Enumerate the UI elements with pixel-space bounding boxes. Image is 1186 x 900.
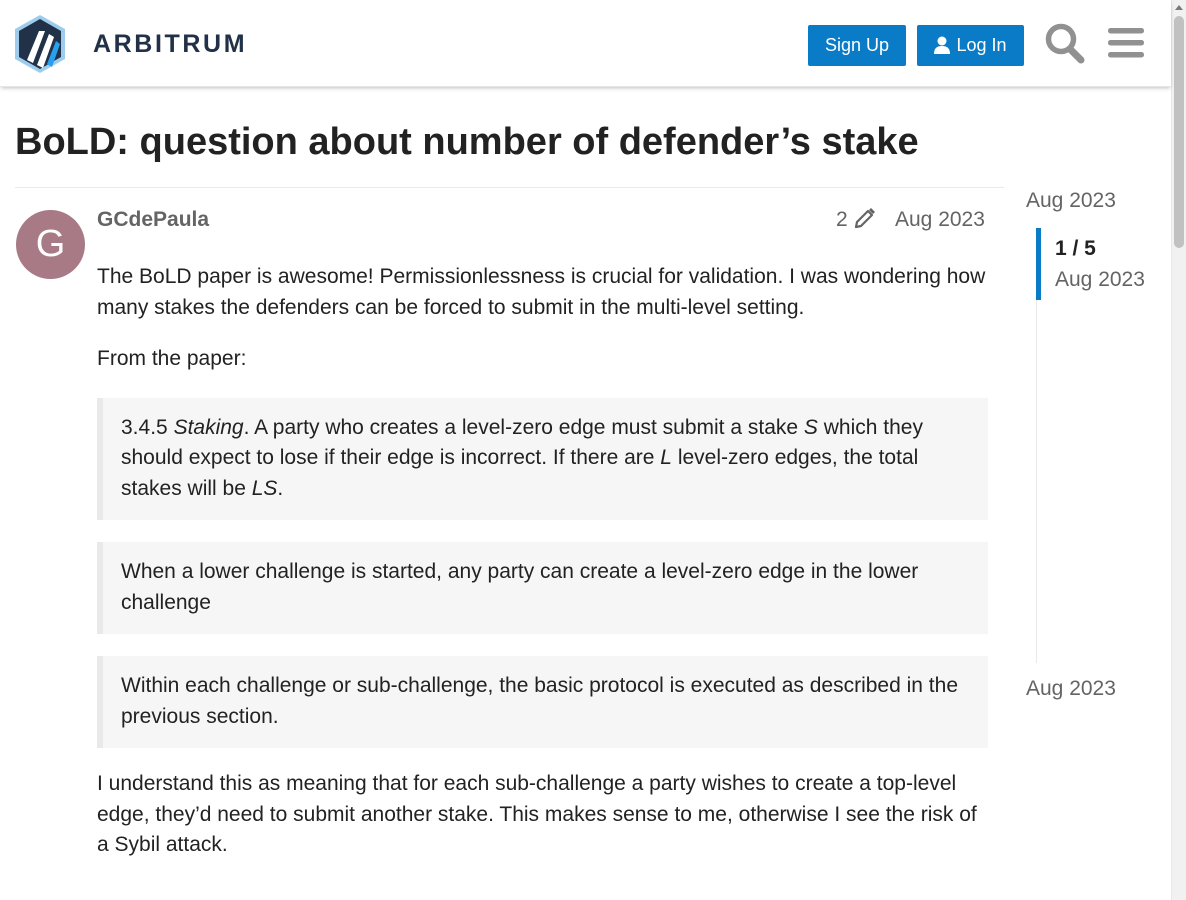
- post-paragraph: From the paper:: [97, 347, 247, 370]
- timeline-position-date: Aug 2023: [1055, 268, 1145, 291]
- logo-wordmark: ARBITRUM: [93, 30, 248, 58]
- timeline-handle[interactable]: [1036, 228, 1041, 300]
- quote-variable: LS: [251, 476, 278, 500]
- hamburger-menu-icon[interactable]: [1106, 22, 1146, 64]
- edit-history-button[interactable]: 2: [836, 206, 876, 234]
- log-in-button[interactable]: Log In: [917, 25, 1024, 66]
- quote-section-number: 3.4.5: [121, 415, 168, 439]
- pencil-icon: [854, 208, 875, 229]
- edit-count: 2: [836, 208, 848, 231]
- timeline-start-date[interactable]: Aug 2023: [1026, 187, 1116, 215]
- sign-up-button[interactable]: Sign Up: [808, 25, 906, 66]
- quote-variable: S: [803, 415, 818, 439]
- search-icon[interactable]: [1045, 22, 1085, 64]
- avatar-letter: G: [35, 223, 66, 265]
- post-username[interactable]: GCdePaula: [97, 206, 209, 234]
- page-scrollbar[interactable]: [1171, 0, 1186, 900]
- blockquote: Within each challenge or sub-challenge, …: [97, 656, 988, 748]
- timeline-position: 1 / 5: [1055, 237, 1096, 260]
- sign-up-label: Sign Up: [824, 35, 890, 55]
- post-date[interactable]: Aug 2023: [895, 206, 985, 234]
- post-body: The BoLD paper is awesome! Permissionles…: [97, 262, 988, 861]
- post-paragraph: I understand this as meaning that for ea…: [97, 772, 977, 856]
- blockquote: 3.4.5 Staking. A party who creates a lev…: [97, 397, 988, 520]
- title-divider: [15, 187, 1004, 188]
- log-in-label: Log In: [956, 35, 1007, 55]
- site-header: ARBITRUM Sign Up Log In: [0, 0, 1171, 87]
- scrollbar-thumb[interactable]: [1174, 16, 1184, 248]
- scroll-up-arrow-icon[interactable]: [1175, 5, 1183, 10]
- timeline-end-date[interactable]: Aug 2023: [1026, 675, 1116, 703]
- quote-text: Within each challenge or sub-challenge, …: [121, 674, 958, 728]
- quote-variable: L: [660, 446, 672, 469]
- topic-title[interactable]: BoLD: question about number of defender’…: [15, 120, 919, 164]
- avatar[interactable]: G: [16, 210, 85, 279]
- arbitrum-logo-icon: [15, 15, 65, 73]
- quote-text: .: [277, 476, 284, 500]
- quote-text: When a lower challenge is started, any p…: [121, 560, 919, 614]
- post-paragraph: The BoLD paper is awesome! Permissionles…: [97, 265, 986, 319]
- quote-text: . A party who creates a level-zero edge …: [243, 415, 804, 439]
- arbitrum-logo[interactable]: ARBITRUM: [14, 14, 246, 74]
- quote-section-heading: Staking: [173, 415, 244, 439]
- user-icon: [934, 36, 951, 54]
- blockquote: When a lower challenge is started, any p…: [97, 542, 988, 634]
